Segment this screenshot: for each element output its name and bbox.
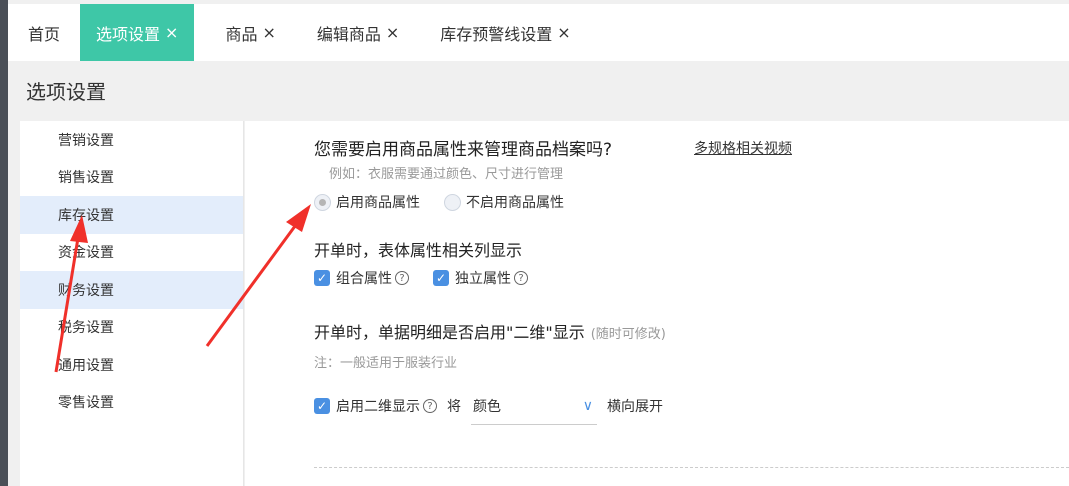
checkbox-label[interactable]: 独立属性 [455, 268, 511, 288]
sidebar-item-marketing[interactable]: 营销设置 [20, 121, 243, 159]
column-display-options: ✓ 组合属性 ? ✓ 独立属性 ? [314, 268, 552, 288]
tab-label: 商品 [225, 24, 258, 44]
help-icon[interactable]: ? [423, 399, 437, 413]
section-title: 开单时，单据明细是否启用"二维"显示 (随时可修改) [314, 319, 666, 343]
section-title: 开单时，表体属性相关列显示 [314, 241, 523, 260]
two-dimension-row: ✓ 启用二维显示 ? 将 颜色 ∨ 横向展开 [314, 387, 663, 425]
attribute-hint: 例如：衣服需要通过颜色、尺寸进行管理 [329, 167, 564, 182]
sidebar-item-label: 销售设置 [58, 170, 114, 187]
tab-label: 首页 [28, 24, 61, 44]
tab-label: 编辑商品 [316, 24, 381, 44]
select-value: 颜色 [473, 398, 501, 415]
attribute-select[interactable]: 颜色 ∨ [471, 387, 597, 425]
sidebar-item-funds[interactable]: 资金设置 [20, 234, 243, 272]
enable-2d-checkbox[interactable]: ✓ [314, 398, 330, 414]
checkbox-label[interactable]: 启用二维显示 [336, 396, 420, 416]
checkbox-label[interactable]: 组合属性 [336, 268, 392, 288]
section-title-text: 开单时，单据明细是否启用"二维"显示 [314, 323, 585, 342]
sidebar-item-inventory[interactable]: 库存设置 [20, 196, 243, 234]
industry-note: 注：一般适用于服装行业 [314, 356, 458, 371]
sidebar-item-label: 零售设置 [58, 395, 114, 412]
sidebar-item-retail[interactable]: 零售设置 [20, 384, 243, 422]
tab-home[interactable]: 首页 [8, 4, 80, 61]
tab-stock-warning-settings[interactable]: 库存预警线设置 × [424, 4, 586, 61]
disable-attributes-radio[interactable] [444, 193, 461, 211]
suffix-text: 横向展开 [607, 399, 663, 415]
attribute-question: 您需要启用商品属性来管理商品档案吗? [314, 140, 613, 160]
sidebar-item-finance[interactable]: 财务设置 [20, 271, 243, 309]
tab-label: 选项设置 [96, 24, 161, 44]
close-icon[interactable]: × [165, 23, 178, 42]
tab-options-settings[interactable]: 选项设置 × [80, 4, 195, 61]
prefix-text: 将 [447, 399, 461, 415]
settings-sidebar: 营销设置 销售设置 库存设置 资金设置 财务设置 税务设置 通用设置 零售设置 [20, 121, 244, 486]
sidebar-item-tax[interactable]: 税务设置 [20, 309, 243, 347]
tab-label: 库存预警线设置 [440, 24, 553, 44]
tab-edit-product[interactable]: 编辑商品 × [301, 4, 415, 61]
sidebar-item-label: 通用设置 [58, 357, 114, 374]
independent-attribute-checkbox[interactable]: ✓ [433, 270, 449, 286]
close-icon[interactable]: × [557, 23, 570, 42]
chevron-down-icon: ∨ [582, 397, 593, 414]
sidebar-item-label: 库存设置 [58, 207, 114, 224]
sidebar-item-label: 税务设置 [58, 320, 114, 337]
sidebar-item-general[interactable]: 通用设置 [20, 346, 243, 384]
sidebar-item-label: 财务设置 [58, 282, 114, 299]
radio-label[interactable]: 启用商品属性 [336, 192, 420, 212]
close-icon[interactable]: × [386, 23, 399, 42]
radio-label[interactable]: 不启用商品属性 [466, 192, 564, 212]
sidebar-item-label: 营销设置 [58, 132, 114, 149]
divider [314, 467, 1069, 468]
left-edge-bar [0, 0, 8, 486]
section-sub-note: (随时可修改) [590, 327, 666, 342]
tab-products[interactable]: 商品 × [209, 4, 291, 61]
sidebar-item-sales[interactable]: 销售设置 [20, 159, 243, 197]
sidebar-item-label: 资金设置 [58, 245, 114, 262]
enable-attributes-radio[interactable] [314, 193, 331, 211]
video-link[interactable]: 多规格相关视频 [694, 138, 792, 158]
help-icon[interactable]: ? [395, 271, 409, 285]
attribute-radio-group: 启用商品属性 不启用商品属性 [314, 192, 588, 212]
settings-panel: 您需要启用商品属性来管理商品档案吗? 多规格相关视频 例如：衣服需要通过颜色、尺… [245, 121, 1069, 486]
tab-bar: 首页 选项设置 × 商品 × 编辑商品 × 库存预警线设置 × [8, 0, 1069, 61]
page-title: 选项设置 [26, 80, 106, 104]
combined-attribute-checkbox[interactable]: ✓ [314, 270, 330, 286]
help-icon[interactable]: ? [514, 271, 528, 285]
close-icon[interactable]: × [262, 23, 275, 42]
